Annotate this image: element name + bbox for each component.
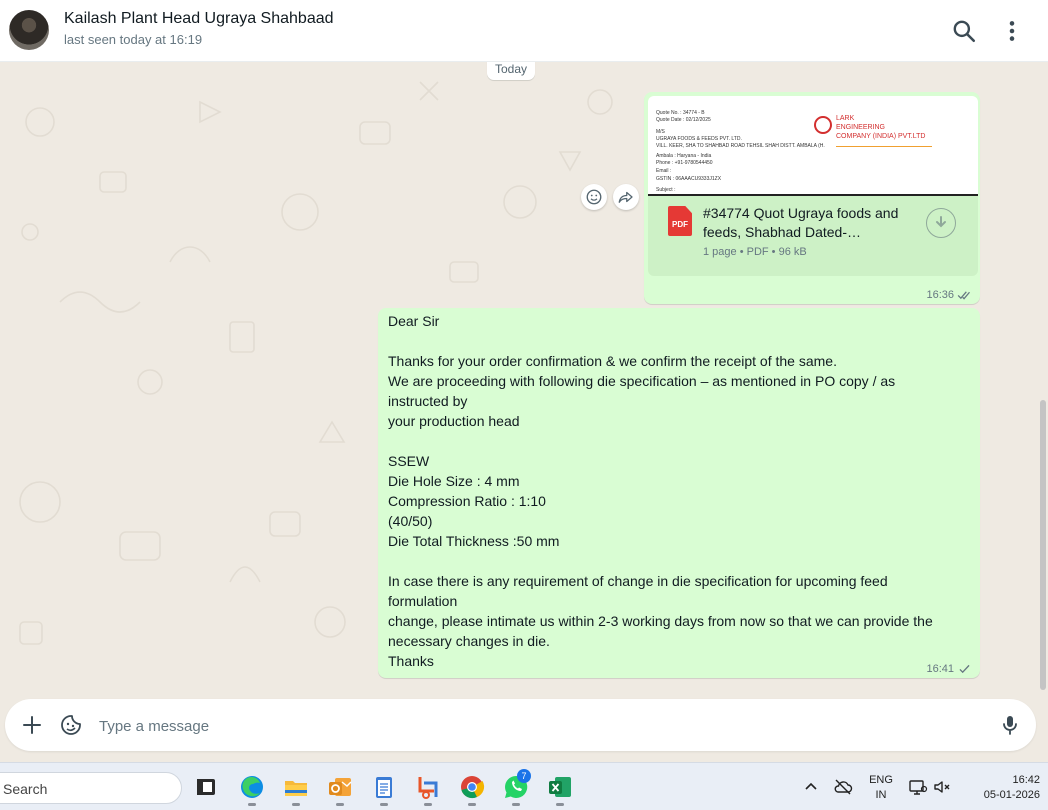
running-indicator — [248, 803, 256, 806]
company-name-line: ENGINEERING — [836, 124, 886, 131]
clock-date: 05-01-2026 — [983, 789, 1040, 801]
document-meta: 1 page • PDF • 96 kB — [703, 246, 807, 258]
double-tick-icon — [957, 290, 972, 300]
region-code: IN — [875, 789, 887, 801]
running-indicator — [556, 803, 564, 806]
running-indicator — [424, 803, 432, 806]
preview-line: Quote No. : 34774 - B — [656, 110, 705, 116]
chat-panel: Today Quote No. : 34774 - B Quote Date :… — [0, 62, 1048, 696]
preview-line: M/S — [656, 129, 665, 135]
speaker-muted-icon[interactable] — [932, 777, 952, 797]
running-indicator — [336, 803, 344, 806]
preview-line: Subject : — [656, 187, 676, 193]
chat-header: Kailash Plant Head Ugraya Shahbaad last … — [0, 0, 1048, 62]
contact-status: last seen today at 16:19 — [64, 32, 203, 47]
sticker-icon[interactable] — [59, 713, 83, 737]
running-indicator — [380, 803, 388, 806]
task-view-icon[interactable] — [192, 773, 220, 801]
message-meta: 16:41 — [926, 663, 972, 675]
running-indicator — [292, 803, 300, 806]
outlook-icon[interactable] — [326, 773, 354, 806]
document-title: #34774 Quot Ugraya foods and feeds, Shab… — [703, 205, 899, 240]
running-indicator — [512, 803, 520, 806]
contact-avatar[interactable] — [9, 10, 49, 50]
message-meta: 16:36 — [926, 289, 972, 301]
clock-time: 16:42 — [1012, 774, 1040, 786]
plus-icon[interactable] — [20, 713, 44, 737]
pdf-icon: PDF — [668, 206, 692, 236]
cloud-offline-icon[interactable] — [833, 777, 853, 797]
company-name: LARK ENGINEERING COMPANY (INDIA) PVT.LTD — [836, 114, 925, 141]
text-message[interactable]: Dear Sir Thanks for your order confirmat… — [378, 308, 980, 678]
document-preview[interactable]: Quote No. : 34774 - B Quote Date : 02/12… — [648, 96, 978, 196]
preview-line: Email : — [656, 168, 672, 174]
company-name-line: LARK — [836, 115, 855, 122]
preview-line: Ambala : Haryana - India — [656, 153, 712, 159]
single-tick-icon — [957, 664, 972, 674]
company-name-line: COMPANY (INDIA) PVT.LTD — [836, 133, 926, 140]
company-logo — [814, 116, 832, 134]
chat-scrollbar[interactable] — [1039, 62, 1048, 696]
excel-icon[interactable] — [546, 773, 574, 806]
menu-icon[interactable] — [999, 18, 1025, 44]
document-info[interactable]: PDF #34774 Quot Ugraya foods and feeds, … — [648, 196, 978, 276]
language-indicator[interactable]: ENG IN — [864, 773, 898, 803]
chrome-icon[interactable] — [458, 773, 486, 806]
preview-divider — [836, 146, 932, 147]
date-separator: Today — [487, 62, 536, 80]
message-time: 16:36 — [926, 289, 954, 301]
system-clock[interactable]: 16:42 05-01-2026 — [960, 773, 1040, 803]
preview-line: Phone : +91-9780544450 — [656, 160, 713, 166]
preview-line: GSTIN : 06AAACU9333J1ZX — [656, 176, 722, 182]
windows-taskbar: 7 ENG IN 16:42 05-01-2026 — [0, 762, 1048, 810]
file-explorer-icon[interactable] — [282, 773, 310, 806]
message-input[interactable] — [97, 713, 981, 739]
language-code: ENG — [869, 774, 893, 786]
contact-name[interactable]: Kailash Plant Head Ugraya Shahbaad — [64, 10, 334, 28]
monitor-icon[interactable] — [908, 777, 928, 797]
preview-line: Quote Date : 02/12/2025 — [656, 117, 711, 123]
preview-line: UGRAYA FOODS & FEEDS PVT. LTD. — [656, 136, 742, 142]
search-icon[interactable] — [951, 18, 977, 44]
taskbar-search-input[interactable] — [1, 779, 165, 799]
emoji-icon[interactable] — [581, 184, 607, 210]
document-message[interactable]: Quote No. : 34774 - B Quote Date : 02/12… — [644, 92, 980, 304]
message-composer — [5, 699, 1036, 751]
message-time: 16:41 — [926, 663, 954, 675]
preview-line: VILL. KEER, SHA TO SHAHBAD ROAD TEHSIL S… — [656, 143, 825, 149]
whatsapp-icon[interactable]: 7 — [502, 769, 531, 806]
message-text: Dear Sir Thanks for your order confirmat… — [388, 313, 933, 669]
chat-scrollbar-thumb[interactable] — [1040, 400, 1046, 690]
forward-icon[interactable] — [613, 184, 639, 210]
chevron-up-icon[interactable] — [801, 777, 821, 797]
mic-icon[interactable] — [998, 713, 1022, 737]
snipping-tool-icon[interactable] — [414, 773, 442, 806]
edge-icon[interactable] — [238, 773, 266, 806]
taskbar-search[interactable] — [0, 772, 182, 804]
download-icon[interactable] — [926, 208, 956, 238]
notepad-icon[interactable] — [370, 773, 398, 806]
unread-badge: 7 — [517, 769, 531, 783]
running-indicator — [468, 803, 476, 806]
